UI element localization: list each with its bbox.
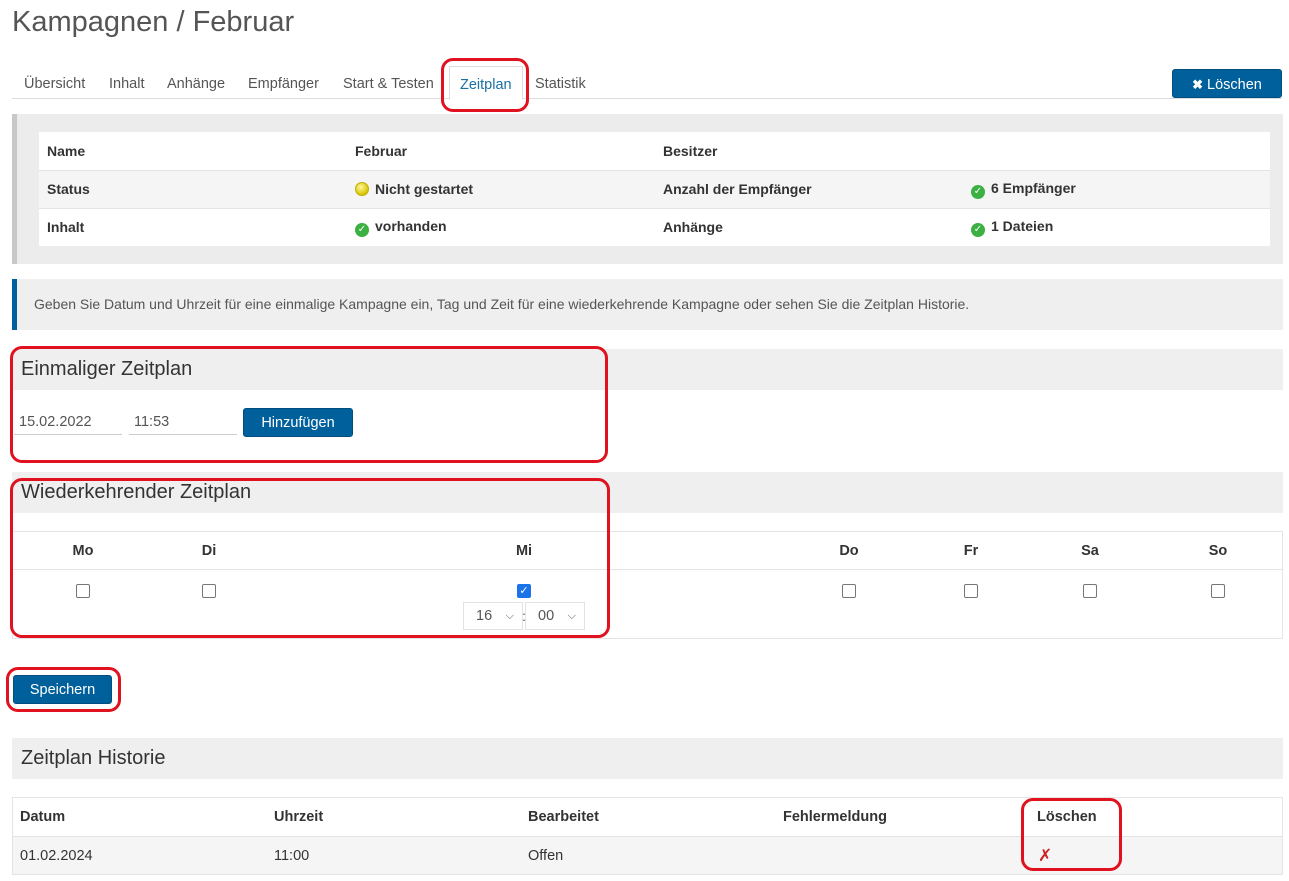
info-value: ✓ vorhanden <box>347 207 655 246</box>
info-value: ✓ 6 Empfänger <box>963 169 1270 208</box>
info-key: Besitzer <box>663 142 718 159</box>
column-header: Datum <box>20 809 66 825</box>
content-status: vorhanden <box>375 217 447 234</box>
info-key: Name <box>47 142 86 159</box>
checkbox-di[interactable] <box>202 584 216 598</box>
info-row: Name Februar Besitzer <box>39 132 1270 170</box>
time-input[interactable] <box>129 409 237 435</box>
weekday-table: Mo Di Mi Do Fr Sa So ✓ 16 ⌵ : 00 ⌵ <box>12 531 1283 639</box>
history-table: Datum Uhrzeit Bearbeitet Fehlermeldung L… <box>12 797 1283 875</box>
weekday-do: Do <box>839 543 859 559</box>
info-key: Anzahl der Empfänger <box>655 169 963 208</box>
column-header: Bearbeitet <box>528 809 599 825</box>
date-input[interactable] <box>14 409 122 435</box>
info-key: Status <box>39 169 347 208</box>
red-x-icon[interactable]: ✗ <box>1038 837 1052 875</box>
delete-campaign-button[interactable]: ✖ Löschen <box>1172 69 1282 98</box>
hour-select[interactable]: 16 ⌵ <box>463 602 523 630</box>
info-value: Februar <box>355 142 408 159</box>
checkbox-so[interactable] <box>1211 584 1225 598</box>
check-circle-icon: ✓ <box>971 222 985 237</box>
weekday-mi: Mi <box>515 543 533 559</box>
status-text: Nicht gestartet <box>375 181 474 197</box>
column-header: Fehlermeldung <box>783 809 887 825</box>
history-section-title: Zeitplan Historie <box>12 738 1283 779</box>
check-circle-icon: ✓ <box>971 184 985 199</box>
close-icon: ✖ <box>1192 77 1204 92</box>
checkbox-mi[interactable]: ✓ <box>517 584 531 598</box>
checkbox-mo[interactable] <box>76 584 90 598</box>
weekday-sa: Sa <box>1081 543 1099 559</box>
info-value: ✓ 1 Dateien <box>963 207 1270 246</box>
checkbox-fr[interactable] <box>964 584 978 598</box>
table-row: 01.02.2024 11:00 Offen ✗ <box>13 836 1282 874</box>
info-row: Inhalt ✓ vorhanden Anhänge ✓ 1 Dateien <box>39 207 1270 246</box>
yellow-dot-icon <box>355 182 369 196</box>
chevron-down-icon: ⌵ <box>505 610 514 622</box>
info-key: Inhalt <box>39 207 347 246</box>
column-header: Löschen <box>1037 809 1097 825</box>
once-section-title: Einmaliger Zeitplan <box>12 349 1283 390</box>
attachment-count: 1 Dateien <box>991 217 1054 234</box>
tab-inhalt[interactable]: Inhalt <box>107 66 146 100</box>
campaign-info-panel: Name Februar Besitzer Status Nicht gesta… <box>12 114 1283 264</box>
check-circle-icon: ✓ <box>355 222 369 237</box>
tab-uebersicht[interactable]: Übersicht <box>22 66 87 100</box>
hint-box: Geben Sie Datum und Uhrzeit für eine ein… <box>12 279 1283 330</box>
checkbox-sa[interactable] <box>1083 584 1097 598</box>
page-title: Kampagnen / Februar <box>12 6 295 38</box>
checkbox-do[interactable] <box>842 584 856 598</box>
history-time: 11:00 <box>274 848 310 864</box>
history-date: 01.02.2024 <box>20 848 93 864</box>
tab-anhaenge[interactable]: Anhänge <box>165 66 227 100</box>
weekday-mo: Mo <box>72 543 94 559</box>
tab-statistik[interactable]: Statistik <box>533 66 588 100</box>
weekday-di: Di <box>201 543 217 559</box>
info-value: Nicht gestartet <box>347 169 655 208</box>
recipient-count: 6 Empfänger <box>991 179 1076 196</box>
save-button[interactable]: Speichern <box>13 675 112 704</box>
minute-select[interactable]: 00 ⌵ <box>525 602 585 630</box>
recurring-section-title: Wiederkehrender Zeitplan <box>12 472 1283 513</box>
info-row: Status Nicht gestartet Anzahl der Empfän… <box>39 169 1270 208</box>
info-value <box>963 132 1270 170</box>
tab-start-testen[interactable]: Start & Testen <box>341 66 436 100</box>
campaign-info-table: Name Februar Besitzer Status Nicht gesta… <box>39 132 1270 246</box>
history-header-row: Datum Uhrzeit Bearbeitet Fehlermeldung L… <box>13 798 1282 836</box>
tab-bar: Übersicht Inhalt Anhänge Empfänger Start… <box>12 66 1282 100</box>
weekday-so: So <box>1208 543 1228 559</box>
tab-zeitplan[interactable]: Zeitplan <box>449 66 523 100</box>
info-key: Anhänge <box>655 207 963 246</box>
tab-empfaenger[interactable]: Empfänger <box>246 66 321 100</box>
chevron-down-icon: ⌵ <box>567 610 576 622</box>
weekday-fr: Fr <box>963 543 979 559</box>
add-schedule-button[interactable]: Hinzufügen <box>243 408 353 437</box>
history-status: Offen <box>528 848 564 864</box>
column-header: Uhrzeit <box>274 809 324 825</box>
